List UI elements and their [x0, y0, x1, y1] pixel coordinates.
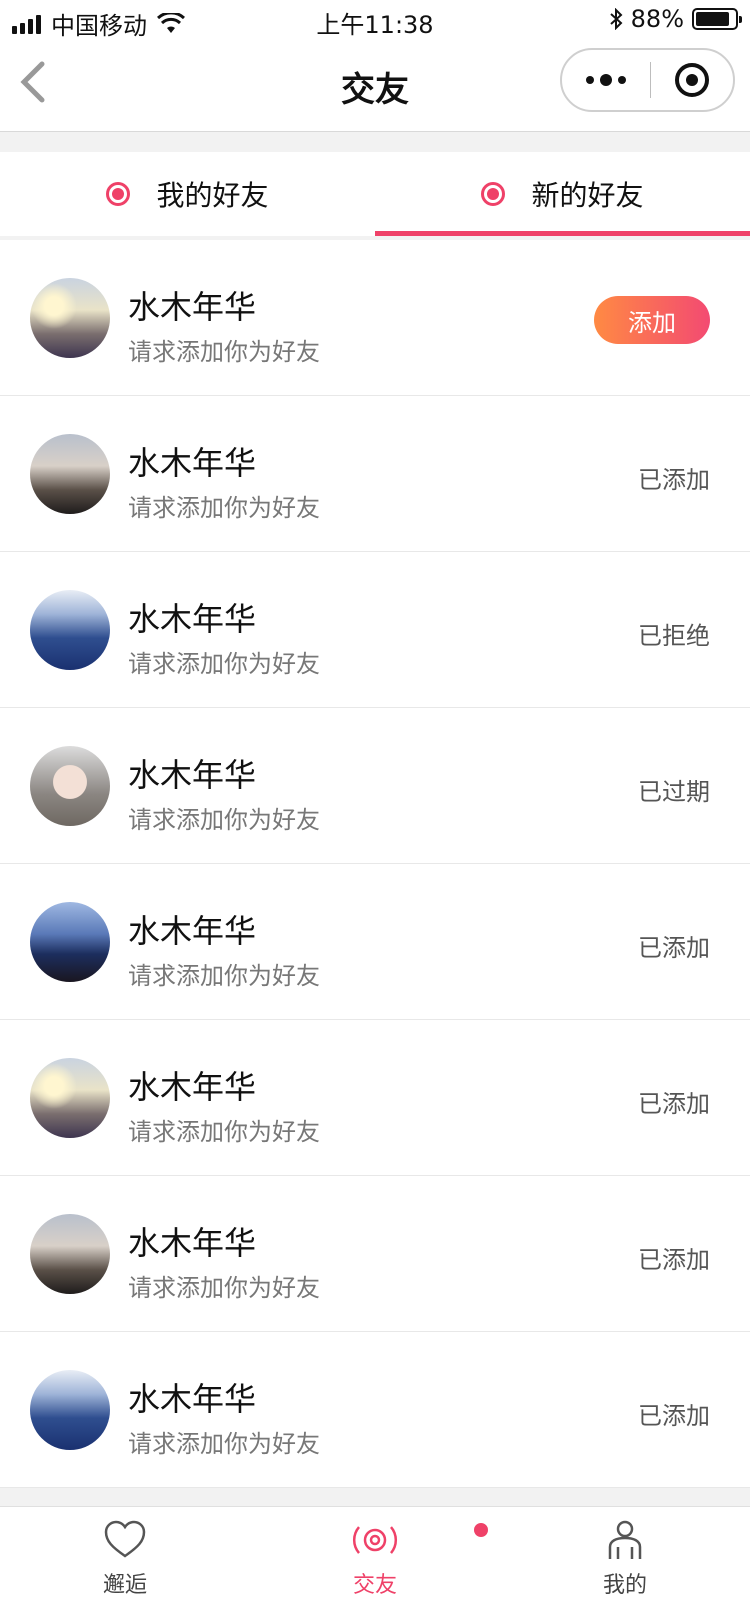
- request-status: 已添加: [638, 1402, 710, 1430]
- close-mini-program-button[interactable]: [651, 63, 733, 97]
- radio-waves-icon: [352, 1526, 398, 1554]
- user-name: 水木年华: [128, 600, 257, 638]
- more-menu-button[interactable]: [562, 50, 650, 110]
- battery-percent: 88%: [630, 5, 684, 33]
- request-status: 已添加: [638, 1090, 710, 1118]
- friend-request-list: 水木年华 请求添加你为好友 添加 水木年华 请求添加你为好友 已添加 水木年华 …: [0, 240, 750, 1488]
- request-status: 已添加: [638, 934, 710, 962]
- bottom-tab-bar: 邂逅 交友 我的: [0, 1506, 750, 1606]
- request-text: 请求添加你为好友: [128, 1430, 320, 1458]
- request-text: 请求添加你为好友: [128, 650, 320, 678]
- avatar[interactable]: [30, 434, 110, 514]
- avatar[interactable]: [30, 590, 110, 670]
- tab-me[interactable]: 我的: [500, 1507, 750, 1606]
- tab-label: 邂逅: [102, 1573, 147, 1598]
- user-name: 水木年华: [128, 756, 257, 794]
- avatar[interactable]: [30, 1214, 110, 1294]
- avatar[interactable]: [30, 746, 110, 826]
- request-status: 已添加: [638, 466, 710, 494]
- user-name: 水木年华: [128, 1068, 257, 1106]
- tab-label: 我的: [602, 1573, 647, 1598]
- nav-bar: 交友: [0, 40, 750, 132]
- tab-label: 新的好友: [531, 179, 644, 212]
- tab-label: 我的好友: [156, 179, 269, 212]
- list-item[interactable]: 水木年华 请求添加你为好友 已拒绝: [0, 552, 750, 708]
- notification-badge: [474, 1523, 488, 1537]
- list-item[interactable]: 水木年华 请求添加你为好友 已过期: [0, 708, 750, 864]
- bluetooth-icon: [609, 8, 623, 30]
- request-text: 请求添加你为好友: [128, 494, 320, 522]
- target-icon: [675, 63, 709, 97]
- avatar[interactable]: [30, 1370, 110, 1450]
- request-status: 已添加: [638, 1246, 710, 1274]
- radio-dot-icon: [106, 182, 131, 206]
- tab-encounter[interactable]: 邂逅: [0, 1507, 250, 1606]
- list-item[interactable]: 水木年华 请求添加你为好友 已添加: [0, 1176, 750, 1332]
- request-status: 已过期: [638, 778, 710, 806]
- heart-icon: [104, 1520, 146, 1558]
- list-item[interactable]: 水木年华 请求添加你为好友 已添加: [0, 864, 750, 1020]
- battery-icon: [692, 8, 742, 30]
- request-text: 请求添加你为好友: [128, 1274, 320, 1302]
- avatar[interactable]: [30, 902, 110, 982]
- tab-my-friends[interactable]: 我的好友: [0, 152, 375, 236]
- add-friend-button[interactable]: 添加: [594, 296, 710, 344]
- list-item[interactable]: 水木年华 请求添加你为好友 已添加: [0, 396, 750, 552]
- request-text: 请求添加你为好友: [128, 1118, 320, 1146]
- avatar[interactable]: [30, 278, 110, 358]
- list-item[interactable]: 水木年华 请求添加你为好友 已添加: [0, 1332, 750, 1488]
- request-text: 请求添加你为好友: [128, 338, 320, 366]
- user-name: 水木年华: [128, 1224, 257, 1262]
- user-name: 水木年华: [128, 1380, 257, 1418]
- request-text: 请求添加你为好友: [128, 806, 320, 834]
- tab-new-friends[interactable]: 新的好友: [375, 152, 750, 236]
- user-name: 水木年华: [128, 444, 257, 482]
- radio-dot-icon: [481, 182, 506, 206]
- user-name: 水木年华: [128, 912, 257, 950]
- list-item[interactable]: 水木年华 请求添加你为好友 已添加: [0, 1020, 750, 1176]
- request-status: 已拒绝: [638, 622, 710, 650]
- request-text: 请求添加你为好友: [128, 962, 320, 990]
- mini-program-capsule: [560, 48, 735, 112]
- avatar[interactable]: [30, 1058, 110, 1138]
- list-item[interactable]: 水木年华 请求添加你为好友 添加: [0, 240, 750, 396]
- tab-label: 交友: [352, 1573, 397, 1598]
- friend-tabs: 我的好友 新的好友: [0, 152, 750, 236]
- person-icon: [608, 1520, 642, 1559]
- user-name: 水木年华: [128, 288, 257, 326]
- tab-friends[interactable]: 交友: [250, 1507, 500, 1606]
- status-bar: 中国移动 上午11:38 88%: [0, 0, 750, 40]
